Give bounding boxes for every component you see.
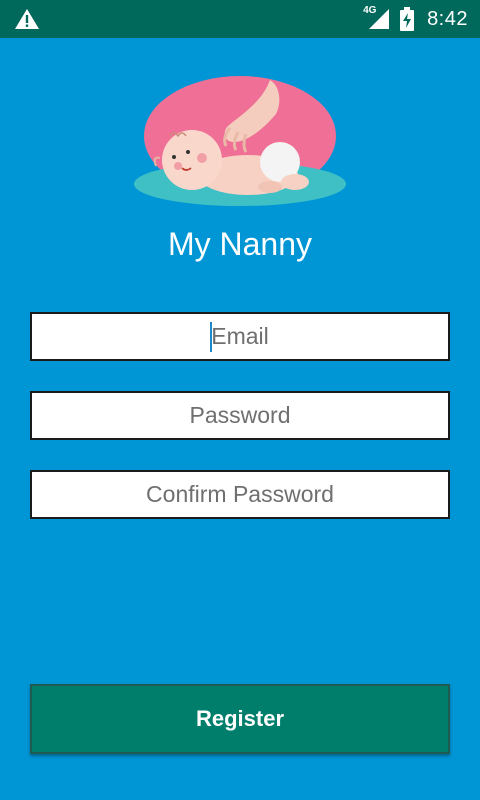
battery-charging-icon (400, 7, 415, 31)
confirm-password-field[interactable] (30, 470, 450, 519)
email-input[interactable] (32, 313, 448, 360)
confirm-password-input[interactable] (32, 471, 448, 518)
warning-icon (15, 9, 39, 29)
email-field[interactable] (30, 312, 450, 361)
register-button[interactable]: Register (30, 684, 450, 754)
signal-icon: 4G (363, 5, 391, 31)
baby-massage-logo (134, 76, 346, 206)
clock: 8:42 (427, 7, 468, 30)
text-cursor (210, 322, 212, 352)
app-title: My Nanny (167, 226, 313, 262)
password-field[interactable] (30, 391, 450, 440)
status-bar: 4G 8:42 (0, 0, 480, 38)
password-input[interactable] (32, 392, 448, 439)
